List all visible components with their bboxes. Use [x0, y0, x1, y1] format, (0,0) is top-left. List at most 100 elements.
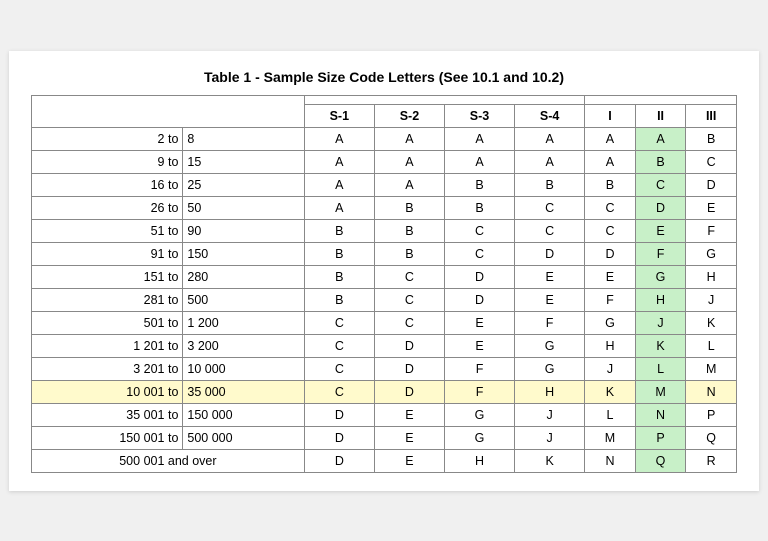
lot-size-from: 150 001 to	[32, 426, 183, 449]
col-s3: D	[444, 265, 514, 288]
col-s4: F	[515, 311, 585, 334]
col-g1: J	[585, 357, 636, 380]
col-s1: B	[304, 242, 374, 265]
col-g3: E	[686, 196, 737, 219]
col-s1: D	[304, 426, 374, 449]
table-row: 10 001 to35 000CDFHKMN	[32, 380, 737, 403]
table-row: 26 to50ABBCCDE	[32, 196, 737, 219]
col-g1: F	[585, 288, 636, 311]
table-row: 51 to90BBCCCEF	[32, 219, 737, 242]
col-s2: E	[374, 426, 444, 449]
col-s4: K	[515, 449, 585, 472]
col-s3: E	[444, 334, 514, 357]
lot-size-from: 51 to	[32, 219, 183, 242]
lot-size-from: 501 to	[32, 311, 183, 334]
col-g3: G	[686, 242, 737, 265]
col-s4: J	[515, 426, 585, 449]
table-row: 9 to15AAAAABC	[32, 150, 737, 173]
table-row: 3 201 to10 000CDFGJLM	[32, 357, 737, 380]
lot-size-to: 3 200	[183, 334, 304, 357]
table-row: 91 to150BBCDDFG	[32, 242, 737, 265]
col-g1: N	[585, 449, 636, 472]
table-body: 2 to8AAAAAAB9 to15AAAAABC16 to25AABBBCD2…	[32, 127, 737, 472]
col-g3: N	[686, 380, 737, 403]
col-g2: F	[635, 242, 686, 265]
header-top-row	[32, 95, 737, 104]
col-g2: K	[635, 334, 686, 357]
lot-size-to: 35 000	[183, 380, 304, 403]
col-s3: H	[444, 449, 514, 472]
col-g2: G	[635, 265, 686, 288]
lot-size-single: 500 001 and over	[32, 449, 305, 472]
col-s4: H	[515, 380, 585, 403]
col-g3: D	[686, 173, 737, 196]
col-g2: P	[635, 426, 686, 449]
col-s2: C	[374, 265, 444, 288]
lot-size-from: 281 to	[32, 288, 183, 311]
col-s4: A	[515, 127, 585, 150]
col-s2: A	[374, 150, 444, 173]
col-s3: F	[444, 380, 514, 403]
col-s4: G	[515, 357, 585, 380]
col-g2: Q	[635, 449, 686, 472]
col-g3: Q	[686, 426, 737, 449]
col-g2: D	[635, 196, 686, 219]
lot-size-to: 500	[183, 288, 304, 311]
lot-size-from: 1 201 to	[32, 334, 183, 357]
table-row: 150 001 to500 000DEGJMPQ	[32, 426, 737, 449]
col-s2: B	[374, 196, 444, 219]
col-s4: J	[515, 403, 585, 426]
lot-size-from: 35 001 to	[32, 403, 183, 426]
col-s4: C	[515, 196, 585, 219]
col-s1: C	[304, 357, 374, 380]
col-g1-header: I	[585, 104, 636, 127]
lot-size-to: 150 000	[183, 403, 304, 426]
lot-size-to: 8	[183, 127, 304, 150]
col-g1: D	[585, 242, 636, 265]
lot-size-to: 500 000	[183, 426, 304, 449]
col-g3: F	[686, 219, 737, 242]
col-s2: E	[374, 403, 444, 426]
lot-size-to: 50	[183, 196, 304, 219]
col-s2: B	[374, 242, 444, 265]
special-inspection-header	[304, 95, 584, 104]
table-row: 151 to280BCDEEGH	[32, 265, 737, 288]
lot-size-from: 10 001 to	[32, 380, 183, 403]
col-s3: C	[444, 242, 514, 265]
col-s4: A	[515, 150, 585, 173]
table-row: 281 to500BCDEFHJ	[32, 288, 737, 311]
col-g3: K	[686, 311, 737, 334]
lot-size-to: 15	[183, 150, 304, 173]
col-s3: B	[444, 196, 514, 219]
col-s1: C	[304, 334, 374, 357]
sample-size-table: S-1 S-2 S-3 S-4 I II III 2 to8AAAAAAB9 t…	[31, 95, 737, 473]
col-g3-header: III	[686, 104, 737, 127]
col-s1-header: S-1	[304, 104, 374, 127]
col-s2: D	[374, 380, 444, 403]
col-g1: A	[585, 127, 636, 150]
col-s4: E	[515, 288, 585, 311]
col-s4: B	[515, 173, 585, 196]
lot-size-from: 16 to	[32, 173, 183, 196]
lot-size-to: 280	[183, 265, 304, 288]
page-wrapper: Table 1 - Sample Size Code Letters (See …	[9, 51, 759, 491]
col-g3: C	[686, 150, 737, 173]
col-s4-header: S-4	[515, 104, 585, 127]
col-g1: L	[585, 403, 636, 426]
lot-size-to: 25	[183, 173, 304, 196]
col-s4: E	[515, 265, 585, 288]
table-row: 501 to1 200CCEFGJK	[32, 311, 737, 334]
col-s2: A	[374, 127, 444, 150]
table-row: 35 001 to150 000DEGJLNP	[32, 403, 737, 426]
col-s1: B	[304, 288, 374, 311]
col-g3: M	[686, 357, 737, 380]
col-s2: E	[374, 449, 444, 472]
col-s1: D	[304, 449, 374, 472]
col-s4: D	[515, 242, 585, 265]
lot-size-to: 1 200	[183, 311, 304, 334]
col-g2-header: II	[635, 104, 686, 127]
col-s3: D	[444, 288, 514, 311]
col-s3-header: S-3	[444, 104, 514, 127]
col-g2: B	[635, 150, 686, 173]
col-s2: A	[374, 173, 444, 196]
